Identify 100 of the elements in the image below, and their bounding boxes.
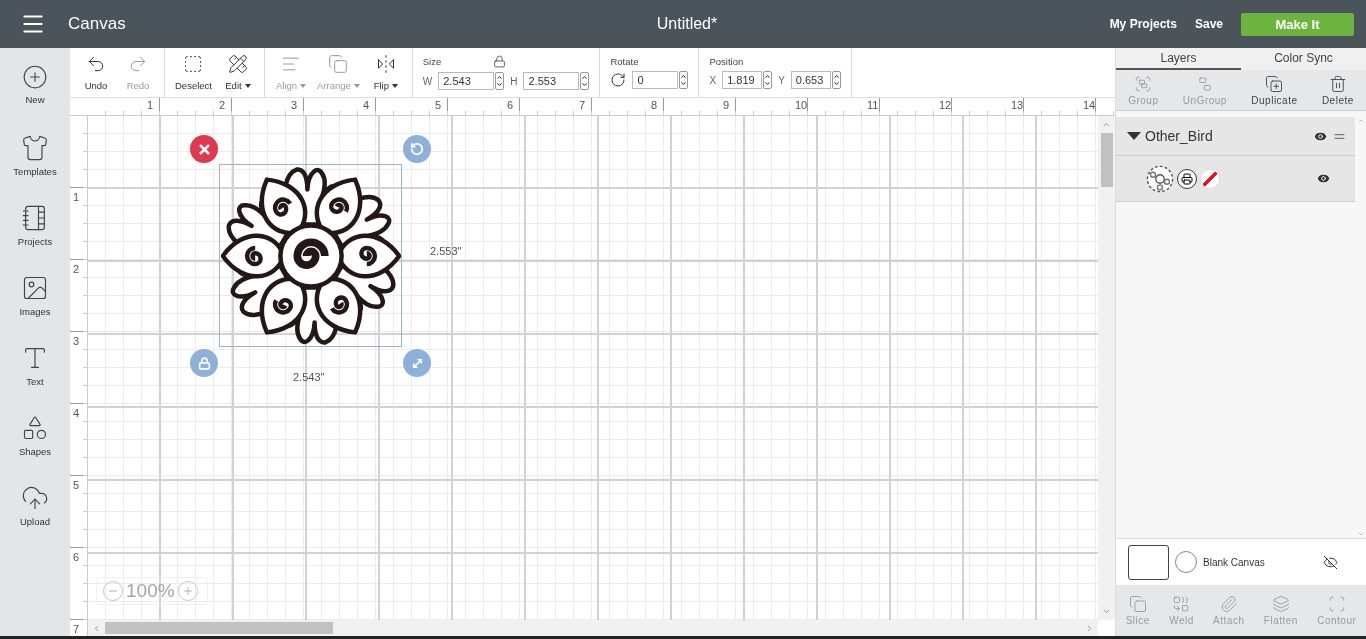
ruler-number: 6 — [73, 551, 80, 563]
paperclip-icon — [1219, 595, 1238, 613]
document-title: Untitled* — [656, 15, 718, 33]
design-canvas[interactable]: 2.553" 2.543" 100% — [88, 116, 1098, 620]
eye-icon[interactable] — [1316, 171, 1331, 186]
x-label: X — [709, 74, 717, 86]
sidebar-button[interactable]: Upload — [2, 484, 68, 536]
redo-icon — [128, 54, 148, 74]
layer-group-row[interactable]: Other_Bird — [1116, 117, 1355, 156]
width-field[interactable]: 2.543 — [438, 72, 495, 90]
sidebar-button[interactable]: Shapes — [2, 414, 68, 466]
delete-handle[interactable] — [190, 135, 218, 163]
eye-icon[interactable] — [1313, 128, 1328, 144]
horizontal-scrollbar[interactable] — [88, 620, 1098, 636]
lock-icon[interactable] — [493, 55, 507, 68]
width-label: W — [422, 75, 433, 87]
shapes-icon — [21, 414, 49, 442]
ruler-number: 6 — [507, 99, 514, 111]
height-field[interactable]: 2.553 — [523, 72, 580, 90]
sidebar-button[interactable]: New — [2, 64, 68, 116]
weld-shapes-icon — [1172, 595, 1191, 613]
plus-icon — [181, 585, 194, 597]
expand-caret-icon[interactable] — [1127, 132, 1141, 140]
flower-thumbnail — [1146, 164, 1174, 193]
dashed-square-icon — [183, 54, 204, 74]
height-dimension: 2.553" — [430, 245, 462, 257]
layer-action-button[interactable]: Duplicate — [1249, 70, 1300, 110]
sidebar-button[interactable]: Images — [2, 274, 68, 326]
stacked-squares-icon — [328, 54, 349, 74]
scroll-up-icon[interactable] — [1102, 120, 1111, 129]
ruler-number: 3 — [73, 335, 80, 347]
new-icon — [22, 64, 48, 90]
ruler-number: 14 — [1083, 99, 1096, 111]
app-title: Canvas — [68, 14, 126, 34]
lock-handle[interactable] — [190, 349, 218, 377]
resize-handle[interactable] — [403, 349, 431, 377]
layer-action-button[interactable]: Delete — [1319, 70, 1356, 110]
sidebar-button[interactable]: Projects — [2, 204, 68, 256]
spinner-icon[interactable] — [831, 71, 841, 89]
ruler-number: 3 — [291, 99, 298, 111]
rotate-label: Rotate — [610, 56, 640, 67]
ruler-number: 5 — [73, 479, 80, 491]
ruler-number: 5 — [435, 99, 442, 111]
header-link[interactable]: My Projects — [1109, 17, 1177, 31]
ruler-number: 1 — [147, 99, 154, 111]
scroll-thumb[interactable] — [105, 622, 333, 634]
zoom-level: 100% — [126, 580, 175, 602]
canvas-swatch[interactable] — [1128, 544, 1169, 580]
rotate-icon — [610, 72, 627, 88]
ruler-number: 2 — [219, 99, 226, 111]
trash-icon — [1328, 74, 1347, 93]
caret-icon — [300, 84, 307, 89]
x-field[interactable]: 1.819 — [722, 71, 763, 89]
ruler-number: 9 — [723, 99, 730, 111]
spinner-icon[interactable] — [763, 71, 773, 89]
eye-off-icon[interactable] — [1323, 554, 1338, 570]
layer-row[interactable] — [1116, 156, 1355, 202]
cloud-upload-icon — [21, 484, 49, 512]
scroll-thumb[interactable] — [1100, 133, 1113, 187]
shirt-icon — [21, 134, 49, 162]
height-label: H — [510, 75, 518, 87]
contour-icon — [1327, 595, 1346, 613]
sidebar-button[interactable]: Templates — [2, 134, 68, 186]
ruler-number: 11 — [867, 99, 879, 111]
toolbar-button[interactable]: Flip — [365, 48, 406, 97]
spinner-icon[interactable] — [679, 71, 689, 89]
toolbar-button[interactable]: Deselect — [171, 48, 216, 97]
caret-icon — [244, 84, 251, 89]
ruler-number: 2 — [73, 263, 80, 275]
image-icon — [21, 274, 49, 302]
vertical-scrollbar[interactable] — [1098, 116, 1115, 620]
spinner-icon[interactable] — [495, 72, 505, 90]
rotate-field[interactable]: 0 — [632, 71, 679, 89]
ruler-number: 8 — [651, 99, 658, 111]
canvas-layer-label: Blank Canvas — [1203, 556, 1266, 568]
ruler-number: 7 — [579, 99, 586, 111]
layers-icon — [1271, 595, 1290, 613]
size-label: Size — [422, 56, 442, 67]
toolbar-button[interactable]: Undo — [76, 48, 116, 97]
overlapping-shapes-icon — [1128, 595, 1147, 613]
sidebar-button[interactable]: Text — [2, 344, 68, 396]
scroll-left-icon[interactable] — [92, 623, 101, 633]
width-dimension: 2.543" — [293, 371, 325, 383]
caret-icon — [353, 84, 360, 89]
ruler-number: 4 — [363, 99, 370, 111]
scroll-down-icon[interactable] — [1102, 607, 1111, 616]
no-color-icon[interactable] — [1200, 168, 1220, 189]
header-link[interactable]: Save — [1195, 17, 1223, 31]
print-icon[interactable] — [1177, 168, 1197, 189]
pencil-ruler-icon — [227, 54, 248, 74]
duplicate-icon — [1265, 74, 1284, 93]
toolbar-button[interactable]: Edit — [217, 48, 258, 97]
rotate-handle[interactable] — [403, 135, 431, 163]
ruler-number: 7 — [73, 623, 80, 635]
spinner-icon[interactable] — [580, 72, 590, 90]
ruler-number: 1 — [73, 191, 80, 203]
y-field[interactable]: 0.653 — [790, 71, 831, 89]
scroll-right-icon[interactable] — [1085, 623, 1094, 633]
ruler-number: 12 — [939, 99, 952, 111]
layer-name: Other_Bird — [1145, 128, 1214, 144]
